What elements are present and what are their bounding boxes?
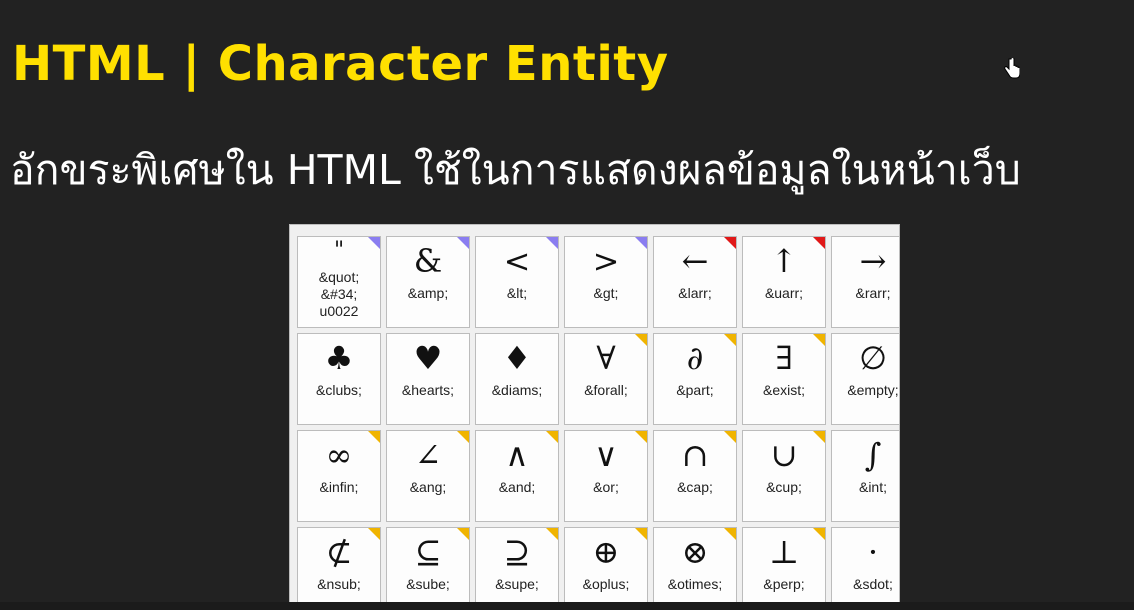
entity-glyph: ⊗ xyxy=(681,533,709,571)
entity-code: &infin; xyxy=(319,479,359,495)
slide-subtitle: อักขระพิเศษใน HTML ใช้ในการแสดงผลข้อมูลใ… xyxy=(10,146,1021,194)
entity-glyph: ∃ xyxy=(775,339,793,377)
entity-cell: ∫ &int; xyxy=(831,430,899,522)
entity-code: &uarr; xyxy=(764,285,804,301)
entity-glyph: ∞ xyxy=(325,436,353,474)
entity-glyph: ⊆ xyxy=(414,533,442,571)
entity-glyph: ∂ xyxy=(686,339,704,377)
entity-code: &or; xyxy=(593,479,619,495)
entity-cell: ∨ &or; xyxy=(564,430,648,522)
entity-code: &int; xyxy=(858,479,887,495)
entity-cell: ∠ &ang; xyxy=(386,430,470,522)
entity-code: &quot; &#34; u0022 xyxy=(318,269,360,319)
entity-cell: ♥ &hearts; xyxy=(386,333,470,425)
entity-cell: ⊇ &supe; xyxy=(475,527,559,609)
entity-glyph: > xyxy=(592,242,620,280)
entity-cell: ∅ &empty; xyxy=(831,333,899,425)
entity-glyph: & xyxy=(413,242,443,280)
entity-code: &amp; xyxy=(407,285,449,301)
entity-code: &sube; xyxy=(406,576,450,592)
entity-code: &sdot; xyxy=(853,576,893,592)
entity-glyph: ← xyxy=(681,242,709,280)
entity-cell: ♣ &clubs; xyxy=(297,333,381,425)
entity-code: &diams; xyxy=(491,382,543,398)
entity-code: &clubs; xyxy=(316,382,362,398)
entity-code: &otimes; xyxy=(667,576,723,592)
entity-glyph: ∫ xyxy=(864,436,882,474)
entity-glyph: ⊄ xyxy=(325,533,353,571)
entity-cell: ⊄ &nsub; xyxy=(297,527,381,609)
entity-code: &forall; xyxy=(584,382,628,398)
entity-glyph: ⊥ xyxy=(768,533,800,571)
entity-code: &nsub; xyxy=(317,576,361,592)
entity-cell: ∞ &infin; xyxy=(297,430,381,522)
entity-cell: > &gt; xyxy=(564,236,648,328)
entity-glyph: ∠ xyxy=(414,436,442,474)
entity-grid: " &quot; &#34; u0022 & &amp; < &lt; > &gt; ← &lar… xyxy=(289,224,900,610)
entity-glyph: ⊇ xyxy=(503,533,531,571)
entity-code: &part; xyxy=(676,382,714,398)
entity-code: &cup; xyxy=(766,479,802,495)
entity-cell: ⊕ &oplus; xyxy=(564,527,648,609)
entity-glyph: ∧ xyxy=(505,436,529,474)
slide-title: HTML | Character Entity xyxy=(12,36,669,92)
entity-cell: ← &larr; xyxy=(653,236,737,328)
entity-glyph: < xyxy=(503,242,531,280)
entity-cell: ⊆ &sube; xyxy=(386,527,470,609)
entity-cell: < &lt; xyxy=(475,236,559,328)
entity-code: &lt; xyxy=(506,285,528,301)
entity-cell: " &quot; &#34; u0022 xyxy=(297,236,381,328)
entity-code: &hearts; xyxy=(401,382,455,398)
entity-cell: ∩ &cap; xyxy=(653,430,737,522)
entity-cell: ∂ &part; xyxy=(653,333,737,425)
entity-glyph: ♣ xyxy=(324,339,354,377)
entity-cell: ∃ &exist; xyxy=(742,333,826,425)
entity-glyph: ♦ xyxy=(502,339,532,377)
hand-cursor-icon xyxy=(1004,58,1020,79)
entity-glyph: ∅ xyxy=(859,339,887,377)
entity-glyph: ∩ xyxy=(681,436,709,474)
entity-code: &ang; xyxy=(409,479,447,495)
entity-cell: → &rarr; xyxy=(831,236,899,328)
entity-cell: ∀ &forall; xyxy=(564,333,648,425)
entity-code: &supe; xyxy=(495,576,539,592)
entity-cell: ∪ &cup; xyxy=(742,430,826,522)
entity-cell: ♦ &diams; xyxy=(475,333,559,425)
entity-code: &and; xyxy=(498,479,536,495)
entity-glyph: ∪ xyxy=(770,436,798,474)
entity-code: &oplus; xyxy=(582,576,630,592)
entity-glyph: ∀ xyxy=(596,339,616,377)
entity-glyph: ↑ xyxy=(770,242,798,280)
entity-glyph: ∨ xyxy=(594,436,618,474)
entity-glyph: ⋅ xyxy=(867,533,879,571)
entity-code: &perp; xyxy=(763,576,805,592)
entity-code: &gt; xyxy=(593,285,619,301)
entity-glyph: → xyxy=(859,242,887,280)
entity-cell: & &amp; xyxy=(386,236,470,328)
bottom-strip xyxy=(0,602,1134,610)
entity-code: &rarr; xyxy=(855,285,891,301)
entity-glyph: ♥ xyxy=(413,339,443,377)
entity-cell: ⊗ &otimes; xyxy=(653,527,737,609)
entity-code: &empty; xyxy=(847,382,899,398)
entity-code: &cap; xyxy=(677,479,713,495)
entity-cell: ∧ &and; xyxy=(475,430,559,522)
entity-code: &exist; xyxy=(762,382,805,398)
entity-glyph: ⊕ xyxy=(592,533,620,571)
entity-code: &larr; xyxy=(678,285,712,301)
entity-cell: ↑ &uarr; xyxy=(742,236,826,328)
entity-cell: ⊥ &perp; xyxy=(742,527,826,609)
entity-cell: ⋅ &sdot; xyxy=(831,527,899,609)
entity-glyph: " xyxy=(333,238,345,263)
